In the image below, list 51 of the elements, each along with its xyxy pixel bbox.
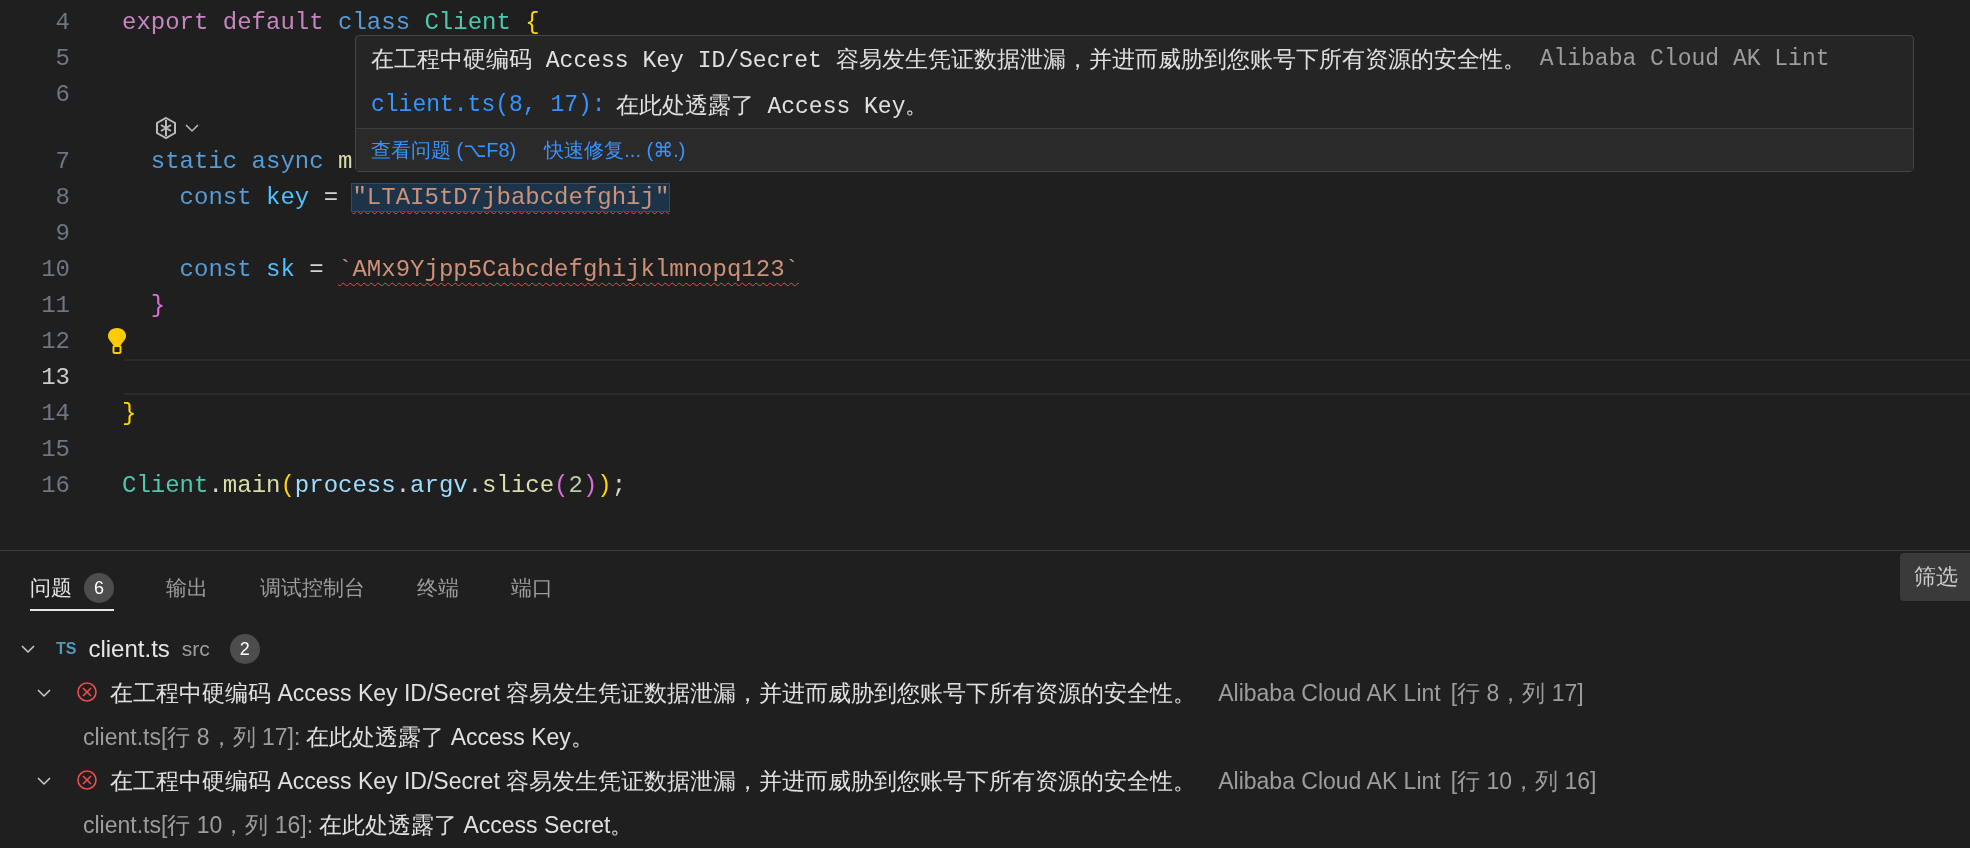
file-type-icon: TS <box>56 640 77 658</box>
line-number: 11 <box>41 291 70 319</box>
line-number: 13 <box>41 363 70 391</box>
count-badge: 2 <box>229 634 260 664</box>
problem-position: [行 8，列 17] <box>1450 678 1584 708</box>
lightbulb-icon[interactable] <box>106 326 128 356</box>
hover-action-link[interactable]: 查看问题 (⌥F8) <box>371 136 517 164</box>
hover-location-link[interactable]: client.ts(8, 17): <box>371 92 606 118</box>
line-number: 12 <box>41 327 70 355</box>
line-number: 15 <box>41 435 70 463</box>
problem-message[interactable]: 在工程中硬编码 Access Key ID/Secret 容易发生凭证数据泄漏，并进而威胁到您账号下所有资源的安全性。 <box>110 765 1197 797</box>
error-icon[interactable] <box>76 769 100 793</box>
code-line: } <box>149 291 166 319</box>
file-name[interactable]: client.ts <box>88 635 170 663</box>
count-badge: 6 <box>84 573 114 603</box>
code-line: export default class Client { <box>122 8 540 36</box>
panel-tab[interactable]: 终端 <box>417 567 459 611</box>
sparkle-icon[interactable] <box>153 115 179 140</box>
code-line: Client.main(process.argv.slice(2)); <box>122 471 627 499</box>
related-detail: 在此处透露了 Access Secret。 <box>319 810 634 840</box>
related-location-link[interactable]: client.ts[行 10，列 16]: <box>83 809 314 841</box>
problem-source: Alibaba Cloud AK Lint <box>1218 767 1441 795</box>
panel-tab[interactable]: 端口 <box>511 567 553 611</box>
hover-detail: 在此处透露了 Access Key。 <box>615 92 929 121</box>
problem-source: Alibaba Cloud AK Lint <box>1218 679 1441 707</box>
line-number: 7 <box>55 147 70 175</box>
problem-position: [行 10，列 16] <box>1450 766 1597 796</box>
error-icon[interactable] <box>76 681 100 705</box>
code-line: static async m <box>149 147 353 175</box>
code-line: const sk = `AMx9Yjpp5Cabcdefghijklmnopq123` <box>178 255 799 283</box>
line-number: 5 <box>55 44 70 72</box>
code-line: } <box>122 399 137 427</box>
line-number: 10 <box>41 255 70 283</box>
filter-field[interactable]: 筛选 <box>1900 553 1970 601</box>
problem-message[interactable]: 在工程中硬编码 Access Key ID/Secret 容易发生凭证数据泄漏，并进而威胁到您账号下所有资源的安全性。 <box>110 677 1197 709</box>
hover-source: Alibaba Cloud AK Lint <box>1539 46 1830 72</box>
related-location-link[interactable]: client.ts[行 8，列 17]: <box>83 721 301 753</box>
folder-name: src <box>181 637 210 661</box>
related-detail: 在此处透露了 Access Key。 <box>306 722 594 752</box>
line-number: 14 <box>41 399 70 427</box>
line-number: 9 <box>55 219 70 247</box>
panel-tab[interactable]: 输出 <box>166 567 208 611</box>
line-number: 4 <box>55 8 70 36</box>
line-number: 8 <box>55 183 70 211</box>
hover-message: 在工程中硬编码 Access Key ID/Secret 容易发生凭证数据泄漏，并进而威胁到您账号下所有资源的安全性。 <box>371 46 1526 75</box>
code-line: const key = "LTAI5tD7jbabcdefghij" <box>178 183 670 211</box>
panel-tab[interactable]: 问题 6 <box>30 567 114 611</box>
line-number: 16 <box>41 471 70 499</box>
panel-tab[interactable]: 调试控制台 <box>260 567 365 611</box>
line-number: 6 <box>55 80 70 108</box>
hover-action-link[interactable]: 快速修复... (⌘.) <box>544 136 686 164</box>
